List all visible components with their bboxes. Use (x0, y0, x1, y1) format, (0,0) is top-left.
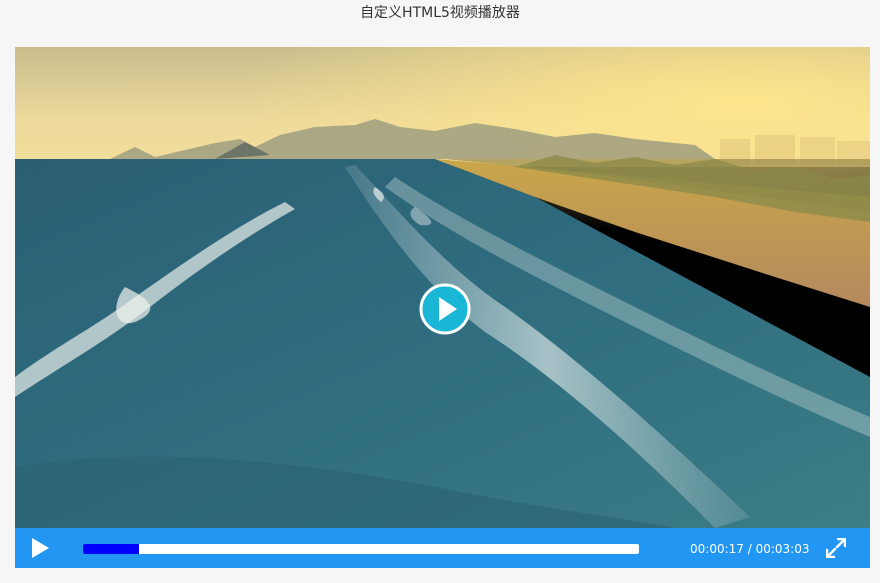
current-time: 00:00:17 (690, 542, 744, 556)
play-button[interactable] (29, 537, 51, 559)
video-player: 00:00:17 / 00:03:03 (15, 47, 870, 568)
play-icon (32, 538, 49, 558)
play-circle-icon (419, 283, 471, 335)
page-title: 自定义HTML5视频播放器 (360, 5, 520, 21)
total-duration: 00:03:03 (755, 542, 810, 556)
control-bar: 00:00:17 / 00:03:03 (15, 528, 870, 568)
big-play-button[interactable] (419, 283, 471, 335)
progress-fill (83, 544, 139, 554)
time-display: 00:00:17 / 00:03:03 (690, 528, 809, 568)
progress-bar[interactable] (83, 544, 639, 554)
time-separator: / (743, 542, 756, 556)
fullscreen-icon (825, 537, 847, 559)
fullscreen-button[interactable] (825, 537, 847, 559)
